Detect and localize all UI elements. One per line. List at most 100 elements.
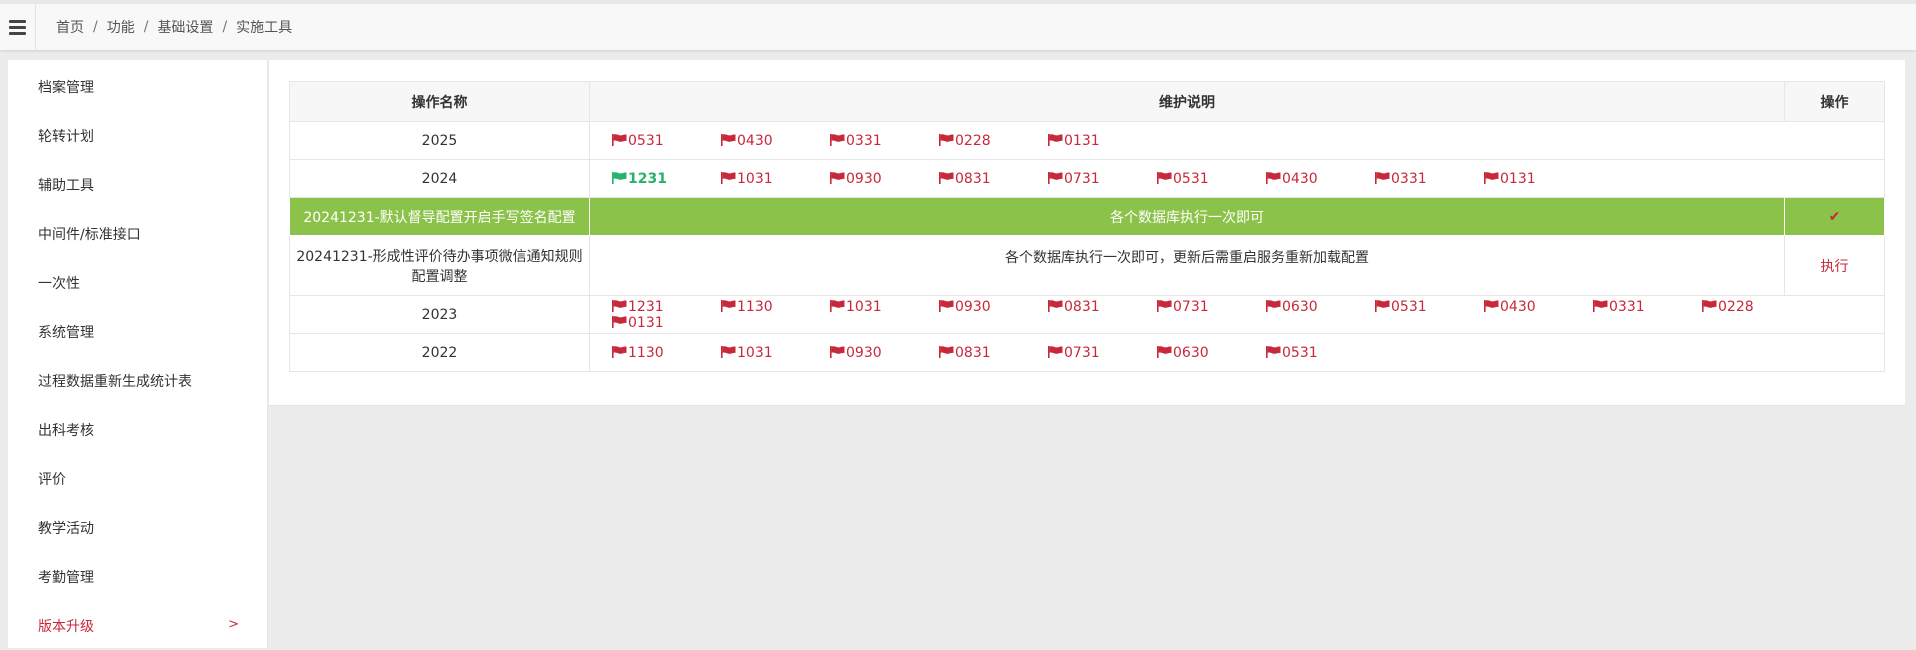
version-link-0131[interactable]: 0131	[1484, 171, 1593, 187]
version-link-1130[interactable]: 1130	[721, 299, 830, 315]
version-link-0228[interactable]: 0228	[1702, 299, 1811, 315]
flag-icon	[721, 299, 736, 312]
version-link-0531[interactable]: 0531	[1266, 345, 1375, 361]
version-link-0331[interactable]: 0331	[1375, 171, 1484, 187]
table-header-row: 操作名称 维护说明 操作	[289, 81, 1885, 122]
version-link-0930[interactable]: 0930	[830, 345, 939, 361]
main-panel: 操作名称 维护说明 操作 2025 0531 0430 0331 0228 0131 202…	[269, 60, 1905, 406]
sidebar-item-label: 版本升级	[38, 618, 94, 635]
execute-button[interactable]: 执行	[1821, 259, 1849, 275]
sidebar-item-label: 过程数据重新生成统计表	[38, 373, 192, 390]
row-name: 2025	[289, 121, 590, 160]
flag-icon	[612, 345, 627, 358]
version-link-0430[interactable]: 0430	[721, 133, 830, 149]
sidebar-item-evaluation[interactable]: 评价	[8, 454, 267, 503]
version-link-0630[interactable]: 0630	[1157, 345, 1266, 361]
row-operation: ✔	[1784, 197, 1885, 236]
version-link-0331[interactable]: 0331	[1593, 299, 1702, 315]
breadcrumb-separator: /	[93, 19, 98, 35]
sidebar-item-archive[interactable]: 档案管理	[8, 62, 267, 111]
sidebar-item-label: 一次性	[38, 275, 80, 292]
version-link-0430[interactable]: 0430	[1266, 171, 1375, 187]
breadcrumb-current: 实施工具	[236, 20, 293, 36]
version-link-0531[interactable]: 0531	[1157, 171, 1266, 187]
flag-icon	[721, 133, 736, 146]
flag-icon	[1048, 299, 1063, 312]
version-link-0630[interactable]: 0630	[1266, 299, 1375, 315]
flag-icon	[1593, 299, 1608, 312]
flag-icon	[830, 299, 845, 312]
version-label: 0831	[955, 344, 991, 361]
version-link-0731[interactable]: 0731	[1048, 171, 1157, 187]
flag-icon	[1048, 133, 1063, 146]
version-link-0131[interactable]: 0131	[1048, 133, 1157, 149]
flag-icon	[1157, 171, 1172, 184]
version-link-1031[interactable]: 1031	[721, 171, 830, 187]
version-label: 0930	[955, 298, 991, 315]
version-link-0930[interactable]: 0930	[939, 299, 1048, 315]
version-label: 0930	[846, 170, 882, 187]
version-label: 0630	[1282, 298, 1318, 315]
version-link-0731[interactable]: 0731	[1157, 299, 1266, 315]
version-link-0228[interactable]: 0228	[939, 133, 1048, 149]
version-link-0131[interactable]: 0131	[612, 315, 721, 331]
version-label: 1031	[737, 344, 773, 361]
sidebar-item-label: 考勤管理	[38, 569, 94, 586]
row-name: 20241231-形成性评价待办事项微信通知规则配置调整	[289, 235, 590, 296]
version-link-0331[interactable]: 0331	[830, 133, 939, 149]
sidebar-item-regenerate-stats[interactable]: 过程数据重新生成统计表	[8, 356, 267, 405]
flag-icon	[1266, 345, 1281, 358]
breadcrumb-basic-settings[interactable]: 基础设置	[157, 17, 213, 37]
sidebar-item-version-upgrade[interactable]: 版本升级 >	[8, 601, 267, 650]
header-operation-name: 操作名称	[289, 81, 590, 122]
version-link-0930[interactable]: 0930	[830, 171, 939, 187]
flag-icon	[1375, 299, 1390, 312]
flag-icon	[830, 171, 845, 184]
version-label: 1231	[628, 298, 664, 315]
sidebar-item-teaching[interactable]: 教学活动	[8, 503, 267, 552]
version-links: 1130 1031 0930 0831 0731 0630 0531	[589, 333, 1885, 372]
sidebar-item-middleware[interactable]: 中间件/标准接口	[8, 209, 267, 258]
version-link-0430[interactable]: 0430	[1484, 299, 1593, 315]
version-link-0831[interactable]: 0831	[939, 345, 1048, 361]
flag-icon	[721, 345, 736, 358]
version-label: 0531	[628, 132, 664, 149]
breadcrumb-home[interactable]: 首页	[56, 17, 84, 37]
row-operation: 执行	[1784, 235, 1885, 296]
version-label: 0630	[1173, 344, 1209, 361]
version-label: 1031	[846, 298, 882, 315]
sidebar-item-system[interactable]: 系统管理	[8, 307, 267, 356]
upgrade-table: 操作名称 维护说明 操作 2025 0531 0430 0331 0228 0131 202…	[289, 81, 1885, 372]
version-label: 0131	[1500, 170, 1536, 187]
version-link-0831[interactable]: 0831	[1048, 299, 1157, 315]
sidebar-item-attendance[interactable]: 考勤管理	[8, 552, 267, 601]
menu-toggle-button[interactable]	[0, 4, 36, 50]
sidebar-item-exit-exam[interactable]: 出科考核	[8, 405, 267, 454]
version-link-1130[interactable]: 1130	[612, 345, 721, 361]
version-link-0531[interactable]: 0531	[1375, 299, 1484, 315]
version-link-1231[interactable]: 1231	[612, 299, 721, 315]
version-link-1231[interactable]: 1231	[612, 171, 721, 187]
flag-icon	[1157, 345, 1172, 358]
version-label: 0331	[1391, 170, 1427, 187]
version-label: 0331	[846, 132, 882, 149]
breadcrumb-function[interactable]: 功能	[107, 17, 135, 37]
version-link-0731[interactable]: 0731	[1048, 345, 1157, 361]
row-name: 2022	[289, 333, 590, 372]
version-link-1031[interactable]: 1031	[721, 345, 830, 361]
version-link-0531[interactable]: 0531	[612, 133, 721, 149]
header-maintenance-notes: 维护说明	[589, 81, 1785, 122]
version-link-1031[interactable]: 1031	[830, 299, 939, 315]
version-label: 0131	[1064, 132, 1100, 149]
sidebar-item-label: 中间件/标准接口	[38, 226, 141, 243]
sidebar-item-one-time[interactable]: 一次性	[8, 258, 267, 307]
sidebar-item-rotation-plan[interactable]: 轮转计划	[8, 111, 267, 160]
table-row: 2023 1231 1130 1031 0930 0831 0731 0630 0531 0430…	[289, 295, 1885, 334]
sidebar-item-label: 轮转计划	[38, 128, 94, 145]
flag-icon	[1266, 171, 1281, 184]
table-row: 2025 0531 0430 0331 0228 0131	[289, 121, 1885, 160]
version-link-0831[interactable]: 0831	[939, 171, 1048, 187]
table-row: 20241231-默认督导配置开启手写签名配置 各个数据库执行一次即可 ✔	[289, 197, 1885, 236]
sidebar-item-aux-tools[interactable]: 辅助工具	[8, 160, 267, 209]
flag-icon	[1048, 171, 1063, 184]
